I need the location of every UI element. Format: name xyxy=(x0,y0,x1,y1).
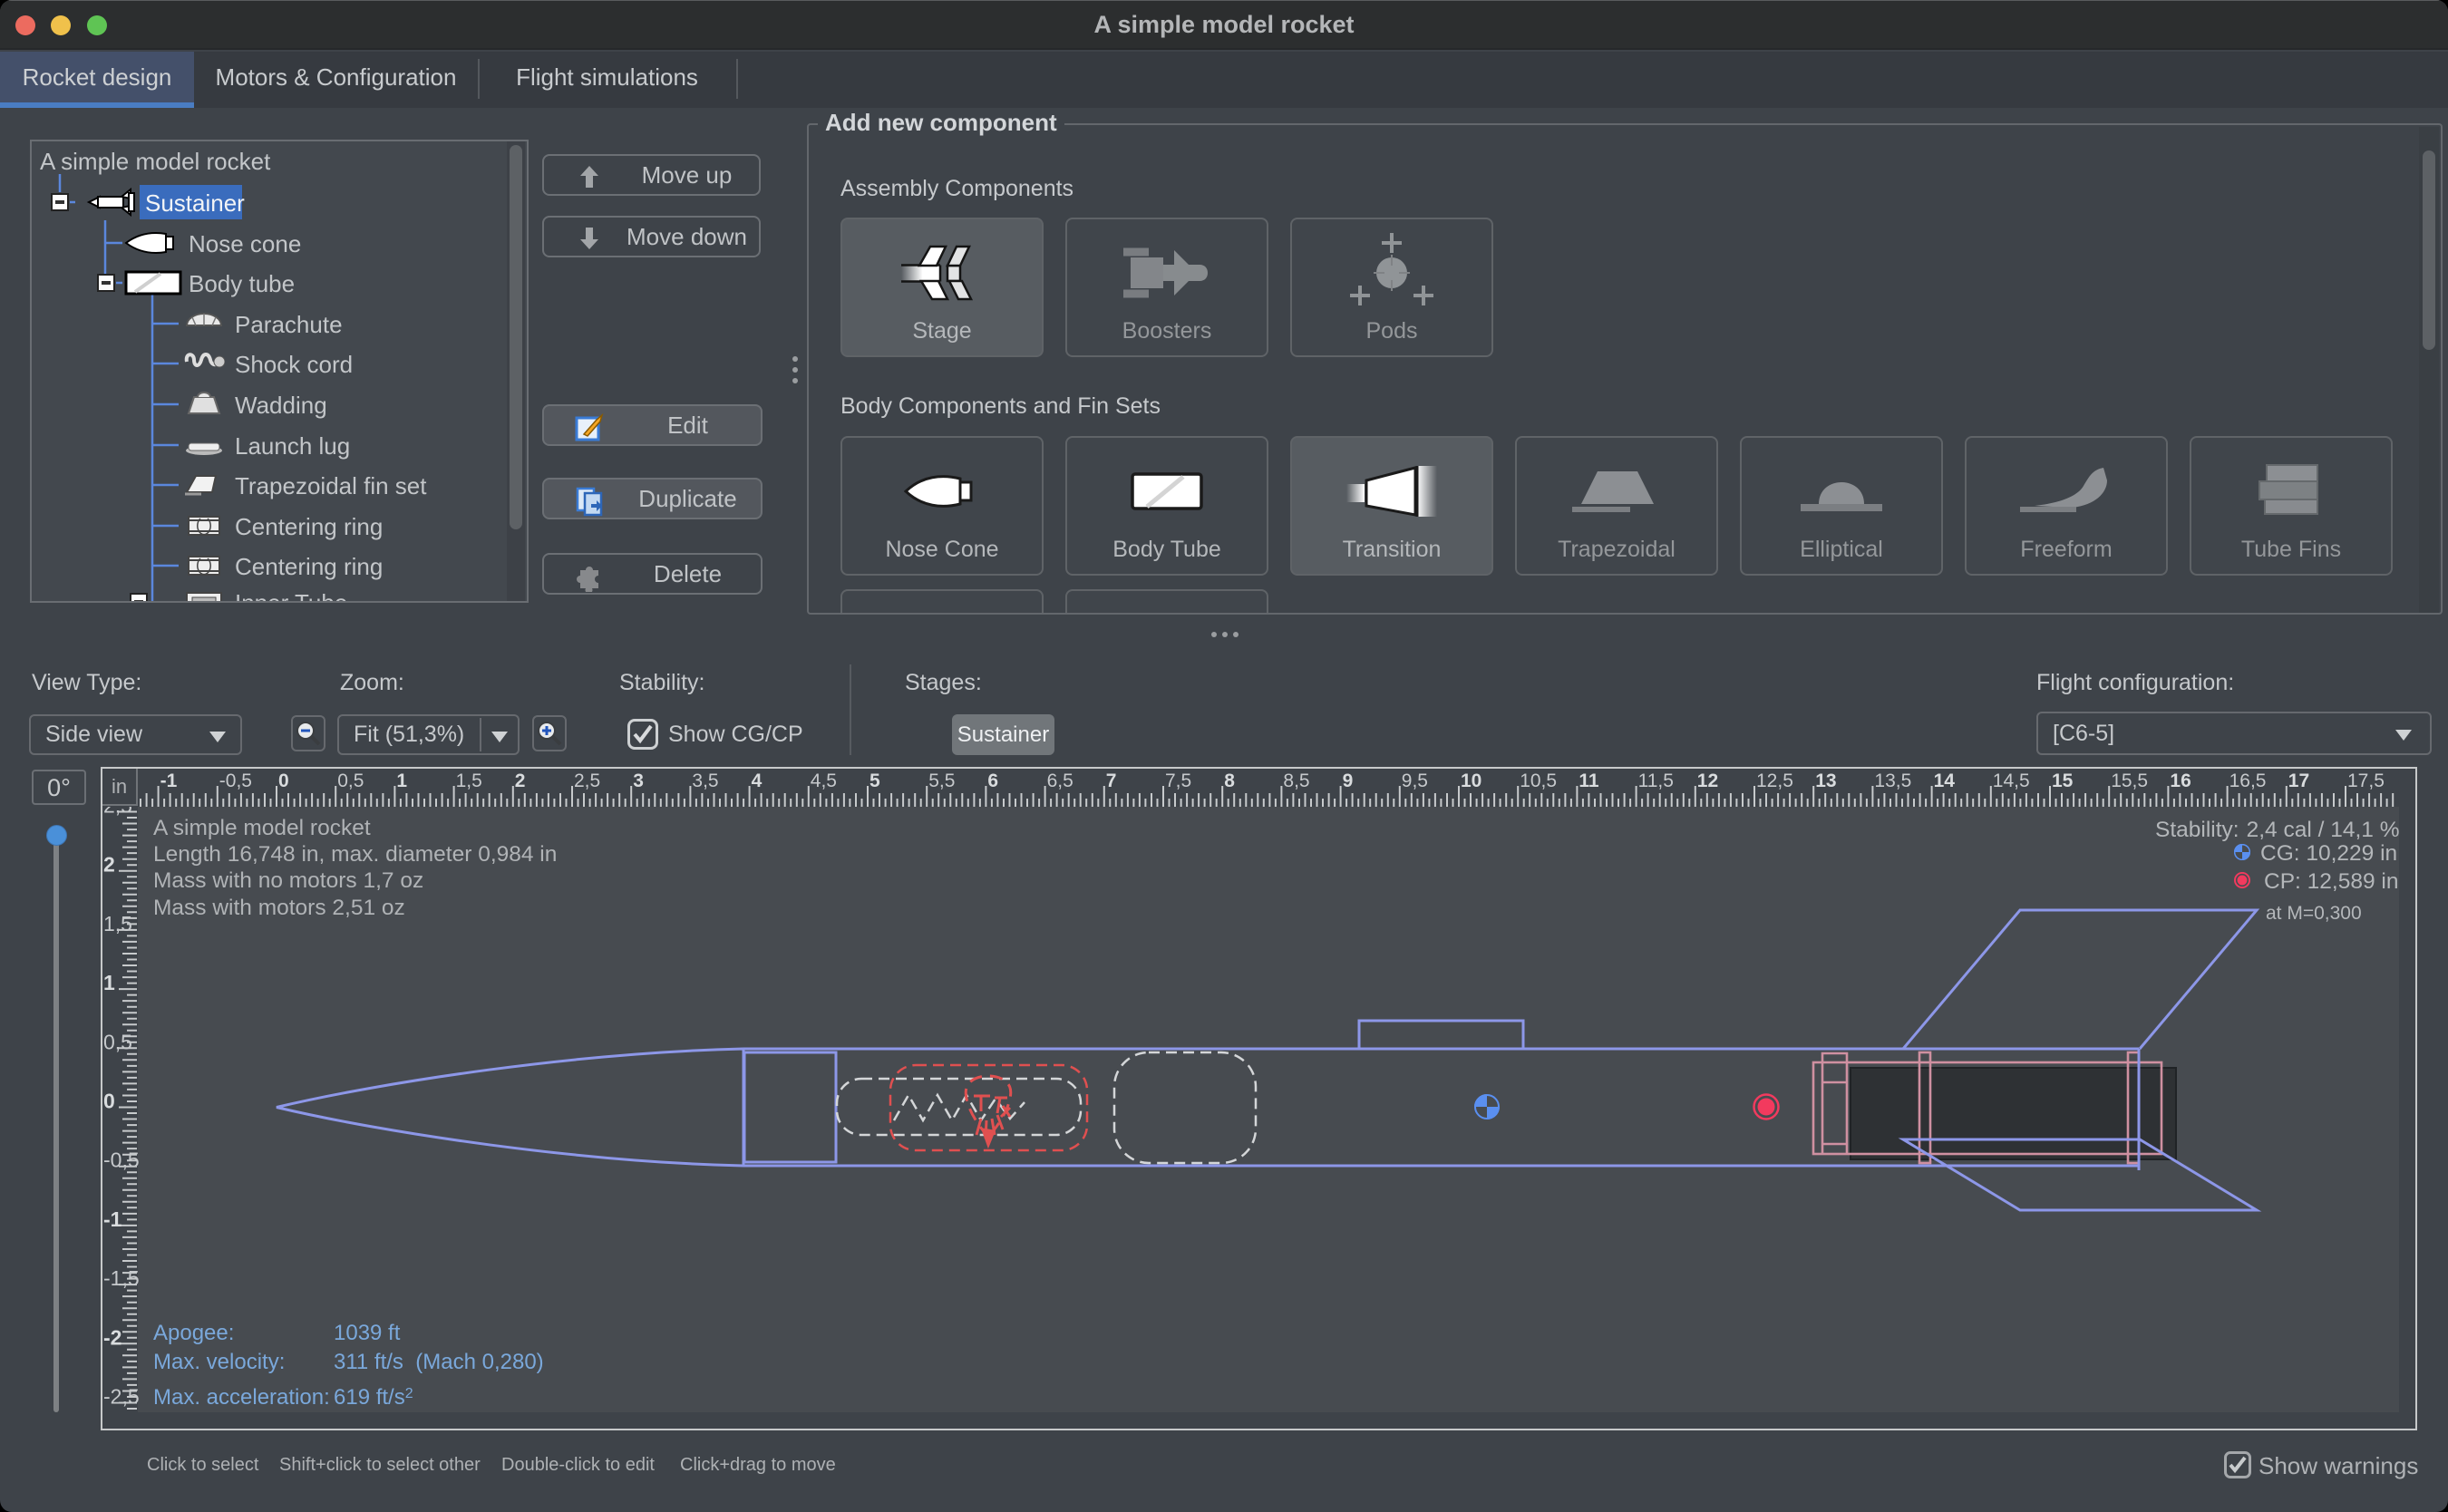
svg-text:15: 15 xyxy=(2052,771,2074,791)
svg-text:11,5: 11,5 xyxy=(1638,771,1674,791)
svg-text:8,5: 8,5 xyxy=(1283,771,1309,791)
svg-text:6,5: 6,5 xyxy=(1047,771,1073,791)
svg-text:3: 3 xyxy=(633,771,644,791)
svg-text:8: 8 xyxy=(1224,771,1235,791)
svg-text:-2: -2 xyxy=(103,1325,121,1349)
svg-text:16: 16 xyxy=(2170,771,2191,791)
svg-text:1: 1 xyxy=(396,771,407,791)
svg-text:4,5: 4,5 xyxy=(811,771,837,791)
svg-text:13,5: 13,5 xyxy=(1874,771,1911,791)
svg-text:13: 13 xyxy=(1815,771,1836,791)
svg-text:3,5: 3,5 xyxy=(692,771,718,791)
svg-text:1,5: 1,5 xyxy=(103,912,132,935)
svg-text:9,5: 9,5 xyxy=(1402,771,1428,791)
svg-text:0: 0 xyxy=(278,771,289,791)
svg-text:16,5: 16,5 xyxy=(2229,771,2267,791)
svg-text:15,5: 15,5 xyxy=(2111,771,2148,791)
svg-text:2,5: 2,5 xyxy=(574,771,600,791)
svg-text:7: 7 xyxy=(1106,771,1117,791)
svg-text:12,5: 12,5 xyxy=(1756,771,1793,791)
svg-text:0,5: 0,5 xyxy=(337,771,364,791)
svg-text:2: 2 xyxy=(103,853,115,877)
svg-text:7,5: 7,5 xyxy=(1165,771,1191,791)
svg-text:10,5: 10,5 xyxy=(1520,771,1557,791)
svg-text:-0,5: -0,5 xyxy=(219,771,252,791)
svg-text:-1,5: -1,5 xyxy=(103,1266,140,1290)
svg-text:14: 14 xyxy=(1934,771,1956,791)
svg-text:1: 1 xyxy=(103,971,115,994)
svg-text:-1: -1 xyxy=(103,1207,122,1231)
svg-text:-0,5: -0,5 xyxy=(103,1149,140,1172)
svg-text:9: 9 xyxy=(1343,771,1354,791)
svg-text:0: 0 xyxy=(103,1090,115,1113)
svg-text:5,5: 5,5 xyxy=(928,771,955,791)
svg-text:12: 12 xyxy=(1697,771,1718,791)
svg-text:-1: -1 xyxy=(160,771,178,791)
svg-text:-2,5: -2,5 xyxy=(103,1385,140,1409)
svg-text:2: 2 xyxy=(515,771,526,791)
svg-text:0,5: 0,5 xyxy=(103,1030,132,1053)
svg-text:6: 6 xyxy=(987,771,998,791)
svg-text:2,5: 2,5 xyxy=(103,794,132,818)
svg-text:1,5: 1,5 xyxy=(456,771,482,791)
svg-text:11: 11 xyxy=(1579,771,1599,791)
svg-text:4: 4 xyxy=(752,771,763,791)
svg-text:17,5: 17,5 xyxy=(2347,771,2385,791)
svg-text:5: 5 xyxy=(869,771,880,791)
svg-text:10: 10 xyxy=(1461,771,1481,791)
svg-text:14,5: 14,5 xyxy=(1993,771,2030,791)
svg-text:17: 17 xyxy=(2288,771,2309,791)
